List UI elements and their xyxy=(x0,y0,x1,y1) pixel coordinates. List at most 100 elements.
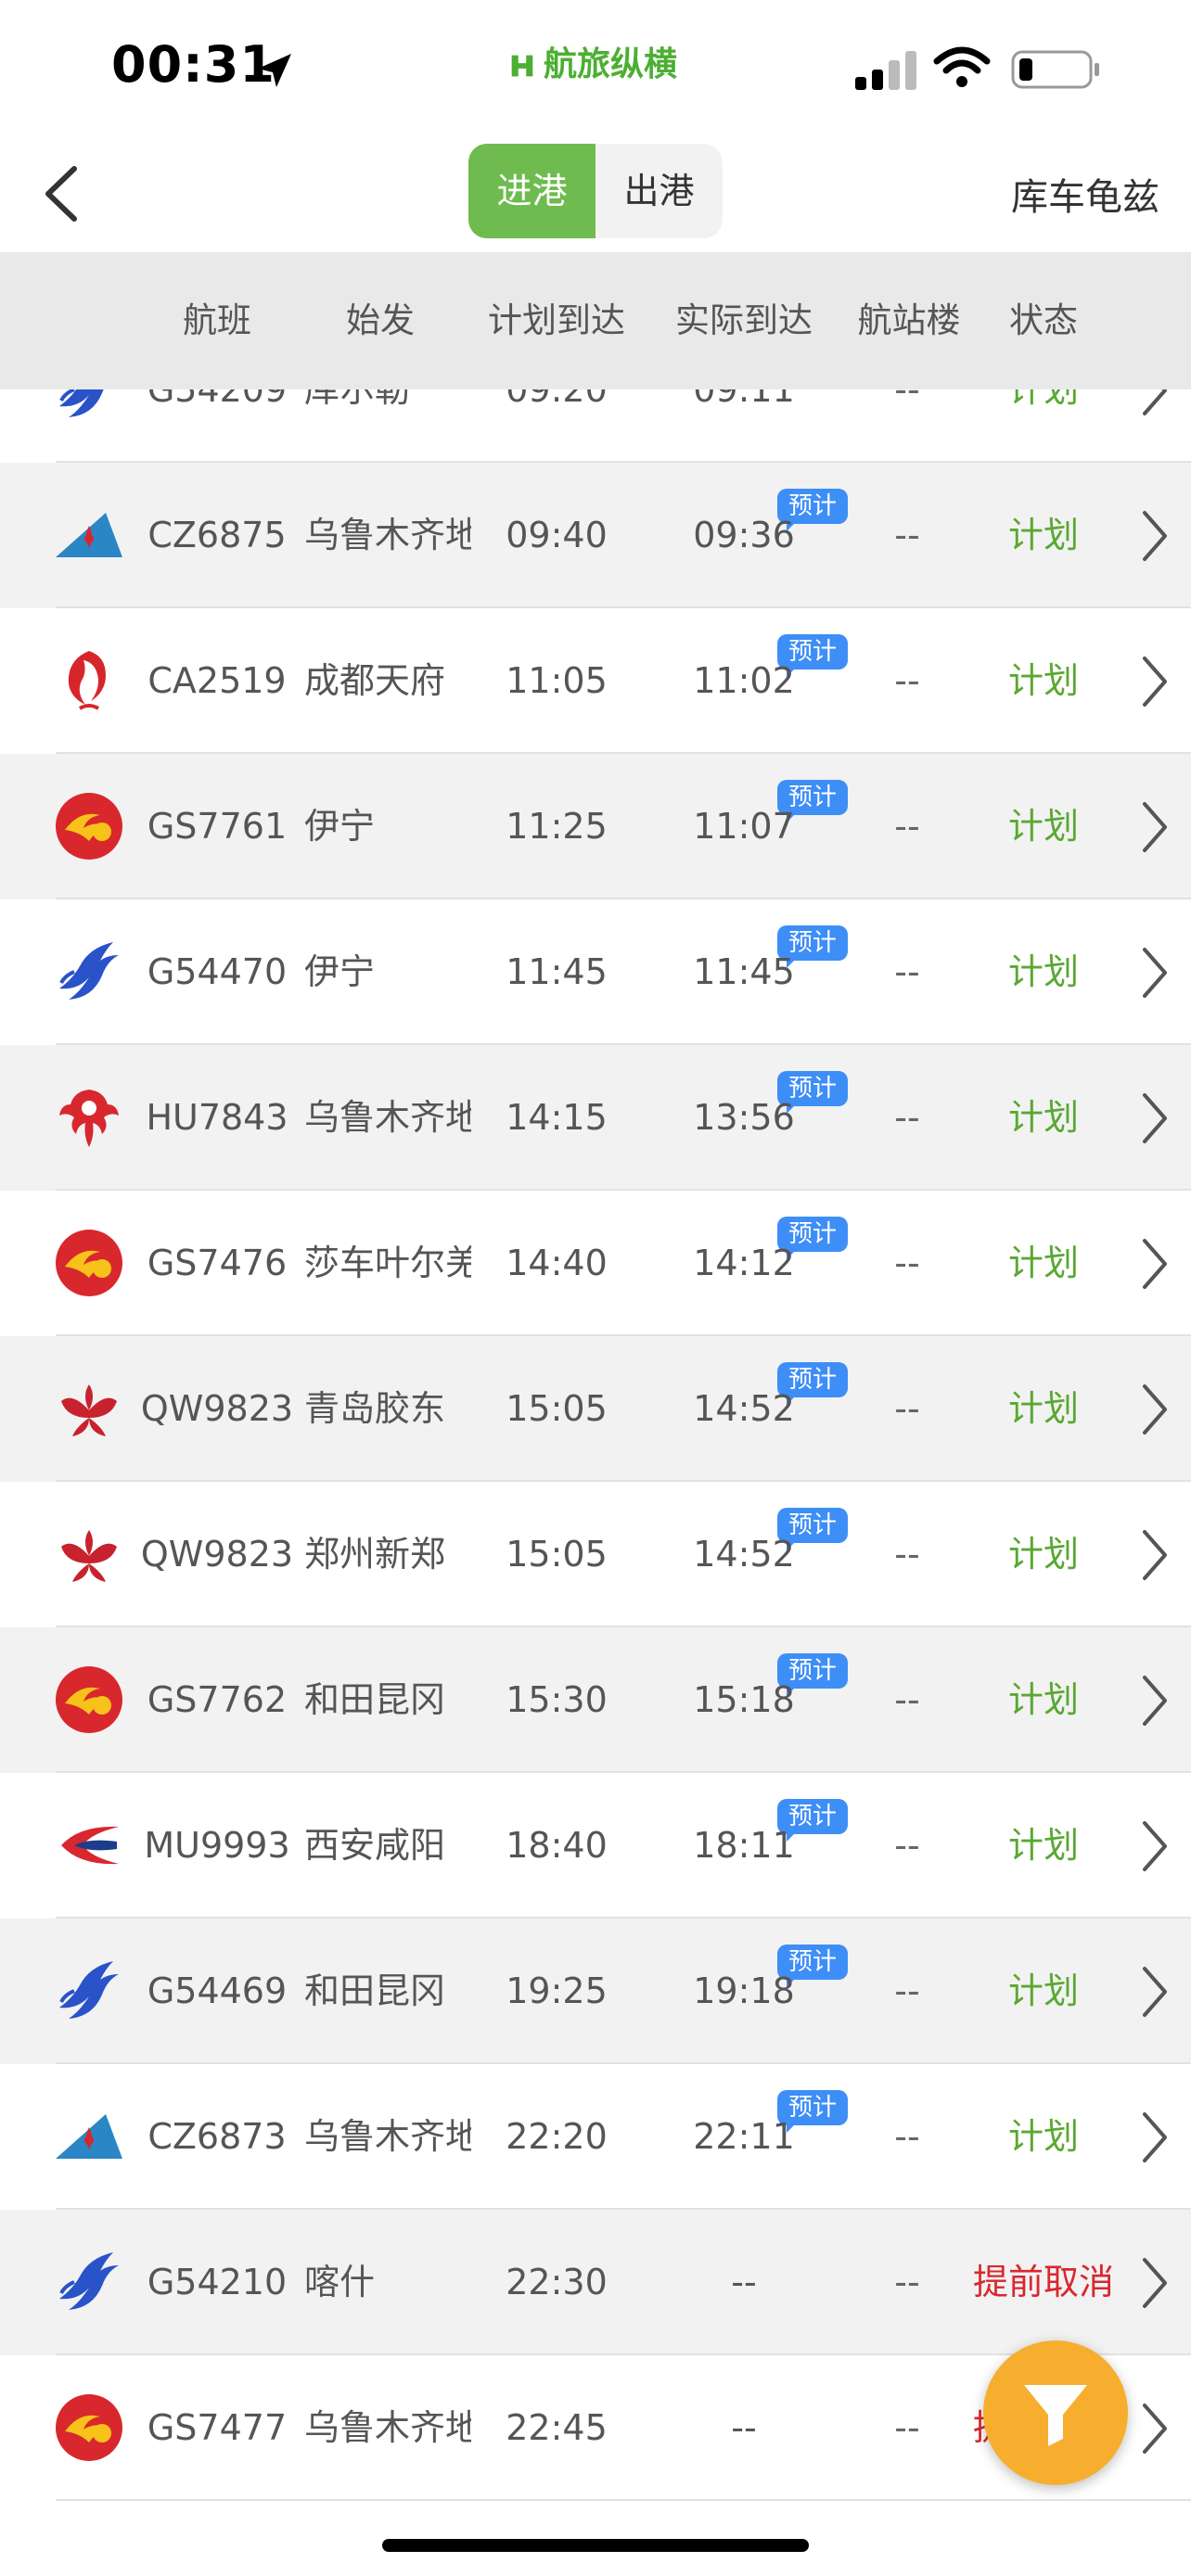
actual-arrival: 11:07 xyxy=(693,806,795,847)
chevron-right-icon[interactable] xyxy=(1139,389,1171,417)
flight-number: CZ6873 xyxy=(147,2116,287,2157)
flight-number: G54470 xyxy=(147,951,288,992)
tab-departures[interactable]: 出港 xyxy=(596,144,723,238)
header-planned: 计划到达 xyxy=(488,300,625,340)
tab-arrivals[interactable]: 进港 xyxy=(468,144,596,238)
planned-arrival: 11:45 xyxy=(506,951,608,992)
airline-logo-icon xyxy=(52,2245,126,2319)
header-origin: 始发 xyxy=(346,300,415,340)
flight-status: 计划 xyxy=(1007,660,1079,701)
chevron-right-icon[interactable] xyxy=(1139,1383,1171,1436)
filter-button[interactable] xyxy=(983,2340,1128,2485)
chevron-right-icon[interactable] xyxy=(1139,1091,1171,1145)
actual-arrival: 11:02 xyxy=(693,660,795,701)
origin-airport: 和田昆冈 xyxy=(304,1679,446,1720)
actual-arrival: 09:36 xyxy=(693,515,795,555)
actual-arrival: 14:52 xyxy=(693,1388,795,1429)
origin-airport: 乌鲁木齐地窝堡 xyxy=(304,2116,471,2157)
status-time: 00:31 xyxy=(111,35,275,94)
actual-arrival: 14:12 xyxy=(693,1243,795,1283)
chevron-right-icon[interactable] xyxy=(1139,1237,1171,1291)
origin-airport: 乌鲁木齐地窝堡 xyxy=(304,515,471,555)
flight-number: MU9993 xyxy=(144,1825,290,1866)
chevron-right-icon[interactable] xyxy=(1139,655,1171,708)
flight-list[interactable]: G54209库尔勒09:20预计09:11--计划 CZ6875 乌鲁木齐地窝堡 09… xyxy=(0,389,1191,2576)
chevron-right-icon[interactable] xyxy=(1139,1965,1171,2019)
airline-logo-icon xyxy=(52,2391,126,2465)
flight-status: 计划 xyxy=(1007,1097,1079,1138)
origin-airport: 和田昆冈 xyxy=(304,1970,446,2011)
actual-arrival: 14:52 xyxy=(693,1534,795,1575)
origin-airport: 青岛胶东 xyxy=(304,1388,446,1429)
flight-status: 计划 xyxy=(1007,515,1079,555)
flight-status: 计划 xyxy=(1007,2116,1079,2157)
header-terminal: 航站楼 xyxy=(857,300,961,340)
airline-logo-icon xyxy=(52,644,126,718)
flight-number: GS7477 xyxy=(147,2407,288,2448)
airline-logo-icon xyxy=(52,2099,126,2174)
location-arrow-icon xyxy=(258,54,291,87)
chevron-right-icon[interactable] xyxy=(1139,1674,1171,1728)
header-actual: 实际到达 xyxy=(675,300,813,340)
flight-row[interactable]: CZ6875乌鲁木齐地窝堡09:40预计09:36--计划 xyxy=(0,463,1191,608)
flight-number: QW9823 xyxy=(140,1534,294,1575)
flight-status: 计划 xyxy=(1007,389,1079,410)
terminal: -- xyxy=(894,1388,920,1429)
airport-selector[interactable]: 库车龟兹 xyxy=(1011,167,1159,221)
terminal: -- xyxy=(894,660,920,701)
flight-status: 计划 xyxy=(1007,951,1079,992)
airline-logo-icon xyxy=(52,1808,126,1882)
origin-airport: 喀什 xyxy=(304,2262,376,2302)
flight-row[interactable]: QW9823 青岛胶东 15:05 预计 14:52 -- 计划 xyxy=(0,1336,1191,1482)
flight-row[interactable]: G54470 伊宁 11:45 预计 11:45 -- 计划 xyxy=(0,899,1191,1045)
battery-icon xyxy=(1011,50,1099,89)
flight-number: GS7762 xyxy=(147,1679,288,1720)
terminal: -- xyxy=(894,806,920,847)
flight-rows: G54209库尔勒09:20预计09:11--计划 CZ6875 乌鲁木齐地窝堡 09… xyxy=(0,389,1191,2501)
planned-arrival: 11:05 xyxy=(506,660,608,701)
flight-row[interactable]: CA2519 成都天府 11:05 预计 11:02 -- 计划 xyxy=(0,608,1191,754)
flight-row[interactable]: G54469 和田昆冈 19:25 预计 19:18 -- 计划 xyxy=(0,1919,1191,2064)
flight-number: CZ6875 xyxy=(147,515,287,555)
origin-airport: 乌鲁木齐地窝堡 xyxy=(304,1097,471,1138)
flight-row[interactable]: QW9823 郑州新郑 15:05 预计 14:52 -- 计划 xyxy=(0,1482,1191,1627)
back-chevron-icon[interactable] xyxy=(41,165,82,223)
flight-row[interactable]: GS7761 伊宁 11:25 预计 11:07 -- 计划 xyxy=(0,754,1191,899)
flight-row[interactable]: G54210 喀什 22:30 -- -- 提前取消 xyxy=(0,2210,1191,2355)
flight-status: 计划 xyxy=(1007,806,1079,847)
flight-row[interactable]: G54209库尔勒09:20预计09:11--计划 xyxy=(0,389,1191,463)
chevron-right-icon[interactable] xyxy=(1139,2111,1171,2164)
actual-arrival: 13:56 xyxy=(693,1097,795,1138)
planned-arrival: 22:45 xyxy=(506,2407,608,2448)
flight-status: 计划 xyxy=(1007,1243,1079,1283)
planned-arrival: 11:25 xyxy=(506,806,608,847)
terminal: -- xyxy=(894,515,920,555)
chevron-right-icon[interactable] xyxy=(1139,509,1171,563)
home-indicator[interactable] xyxy=(382,2539,809,2552)
planned-arrival: 18:40 xyxy=(506,1825,608,1866)
flight-number: G54210 xyxy=(147,2262,288,2302)
nav-bar: 进港 出港 库车龟兹 xyxy=(0,130,1191,252)
flight-row[interactable]: HU7843乌鲁木齐地窝堡14:15预计13:56--计划 xyxy=(0,1045,1191,1191)
terminal: -- xyxy=(894,2407,920,2448)
planned-arrival: 09:20 xyxy=(506,389,608,410)
flight-row[interactable]: CZ6873乌鲁木齐地窝堡22:20预计22:11--计划 xyxy=(0,2064,1191,2210)
terminal: -- xyxy=(894,1097,920,1138)
actual-arrival: -- xyxy=(731,2407,757,2448)
chevron-right-icon[interactable] xyxy=(1139,1528,1171,1582)
planned-arrival: 15:05 xyxy=(506,1534,608,1575)
flight-row[interactable]: GS7476 莎车叶尔羌 14:40 预计 14:12 -- 计划 xyxy=(0,1191,1191,1336)
cellular-signal-icon xyxy=(855,51,916,90)
airline-logo-icon xyxy=(52,935,126,1009)
chevron-right-icon[interactable] xyxy=(1139,800,1171,854)
origin-airport: 郑州新郑 xyxy=(304,1534,446,1575)
chevron-right-icon[interactable] xyxy=(1139,2256,1171,2310)
chevron-right-icon[interactable] xyxy=(1139,2402,1171,2455)
terminal: -- xyxy=(894,951,920,992)
planned-arrival: 15:05 xyxy=(506,1388,608,1429)
brand-text: 航旅纵横 xyxy=(544,45,678,83)
chevron-right-icon[interactable] xyxy=(1139,1819,1171,1873)
flight-row[interactable]: MU9993 西安咸阳 18:40 预计 18:11 -- 计划 xyxy=(0,1773,1191,1919)
chevron-right-icon[interactable] xyxy=(1139,946,1171,1000)
flight-row[interactable]: GS7762 和田昆冈 15:30 预计 15:18 -- 计划 xyxy=(0,1627,1191,1773)
